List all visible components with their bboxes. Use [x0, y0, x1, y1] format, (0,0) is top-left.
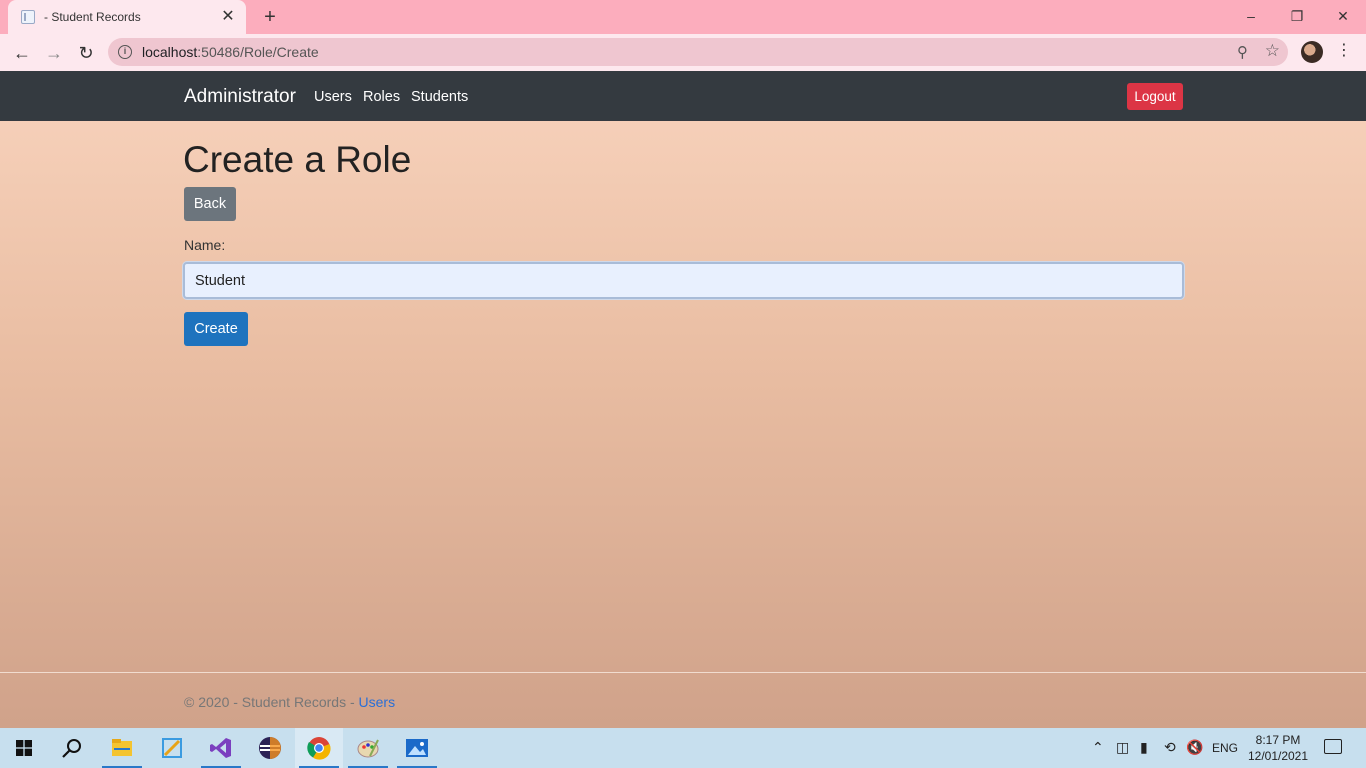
info-icon[interactable]: i: [118, 45, 132, 59]
nav-users-link[interactable]: Users: [314, 89, 352, 105]
app-navbar: Administrator Users Roles Students Logou…: [0, 71, 1366, 121]
page-title: Create a Role: [183, 139, 412, 180]
clock-time: 8:17 PM: [1255, 733, 1301, 747]
menu-dots-icon[interactable]: ⋮: [1336, 40, 1352, 60]
taskbar-paint[interactable]: [344, 728, 392, 768]
nav-students-link[interactable]: Students: [411, 89, 468, 105]
language-indicator[interactable]: ENG: [1212, 741, 1238, 755]
profile-avatar[interactable]: [1301, 41, 1323, 63]
logout-button[interactable]: Logout: [1127, 83, 1183, 110]
eclipse-icon: [259, 737, 281, 759]
page-body: Administrator Users Roles Students Logou…: [0, 71, 1366, 728]
paint-palette-icon: [357, 739, 379, 758]
photos-icon: [406, 739, 428, 757]
footer-text: © 2020 - Student Records -: [184, 694, 359, 710]
taskbar-eclipse[interactable]: [246, 728, 294, 768]
taskbar-file-explorer[interactable]: [98, 728, 146, 768]
tools-icon: [162, 738, 182, 758]
new-tab-icon[interactable]: +: [260, 5, 280, 29]
network-icon[interactable]: ⟲: [1164, 739, 1176, 756]
footer: © 2020 - Student Records - Users: [184, 694, 395, 710]
footer-divider: [0, 672, 1366, 673]
role-name-input[interactable]: [183, 262, 1184, 299]
visual-studio-icon: [210, 738, 231, 758]
footer-users-link[interactable]: Users: [359, 694, 396, 710]
restore-icon[interactable]: ❐: [1282, 4, 1312, 28]
forward-arrow-icon[interactable]: →: [42, 41, 66, 65]
clock[interactable]: 8:17 PM 12/01/2021: [1245, 732, 1311, 764]
folder-icon: [112, 739, 132, 756]
taskbar-chrome[interactable]: [295, 728, 343, 768]
volume-muted-icon[interactable]: 🔇: [1186, 739, 1203, 756]
clock-date: 12/01/2021: [1247, 749, 1309, 763]
meet-now-icon[interactable]: ◫: [1116, 739, 1129, 756]
start-button[interactable]: [0, 728, 48, 768]
taskbar-photos[interactable]: [393, 728, 441, 768]
bookmark-star-icon[interactable]: ☆: [1265, 41, 1280, 61]
browser-tab-bar: - Student Records ✕ + – ❐ ✕: [0, 0, 1366, 34]
browser-tab[interactable]: - Student Records ✕: [8, 0, 246, 34]
name-label: Name:: [184, 237, 226, 253]
create-button[interactable]: Create: [184, 312, 248, 346]
notifications-icon[interactable]: [1324, 739, 1342, 754]
url-field[interactable]: i localhost:50486/Role/Create ⚲ ☆: [108, 38, 1288, 66]
taskbar: ⌃ ◫ ▮ ⟲ 🔇 ENG 8:17 PM 12/01/2021: [0, 728, 1366, 768]
page-icon: [21, 10, 35, 24]
show-hidden-icons[interactable]: ⌃: [1092, 739, 1104, 756]
search-button[interactable]: [48, 728, 96, 768]
zoom-icon[interactable]: ⚲: [1237, 43, 1248, 61]
tab-title: - Student Records: [44, 10, 141, 24]
window-close-icon[interactable]: ✕: [1328, 4, 1358, 28]
taskbar-visual-studio[interactable]: [197, 728, 245, 768]
nav-roles-link[interactable]: Roles: [363, 89, 400, 105]
back-arrow-icon[interactable]: ←: [10, 41, 34, 65]
close-tab-icon[interactable]: ✕: [218, 7, 238, 27]
battery-icon[interactable]: ▮: [1140, 739, 1148, 756]
taskbar-app-tool[interactable]: [148, 728, 196, 768]
back-button[interactable]: Back: [184, 187, 236, 221]
search-icon: [62, 739, 81, 758]
minimize-icon[interactable]: –: [1236, 4, 1266, 28]
navbar-brand[interactable]: Administrator: [184, 86, 296, 108]
reload-icon[interactable]: ↻: [74, 41, 98, 65]
chrome-icon: [307, 737, 331, 760]
url-text[interactable]: localhost:50486/Role/Create: [142, 44, 319, 60]
address-bar: ← → ↻ i localhost:50486/Role/Create ⚲ ☆ …: [0, 34, 1366, 71]
windows-icon: [16, 740, 32, 756]
